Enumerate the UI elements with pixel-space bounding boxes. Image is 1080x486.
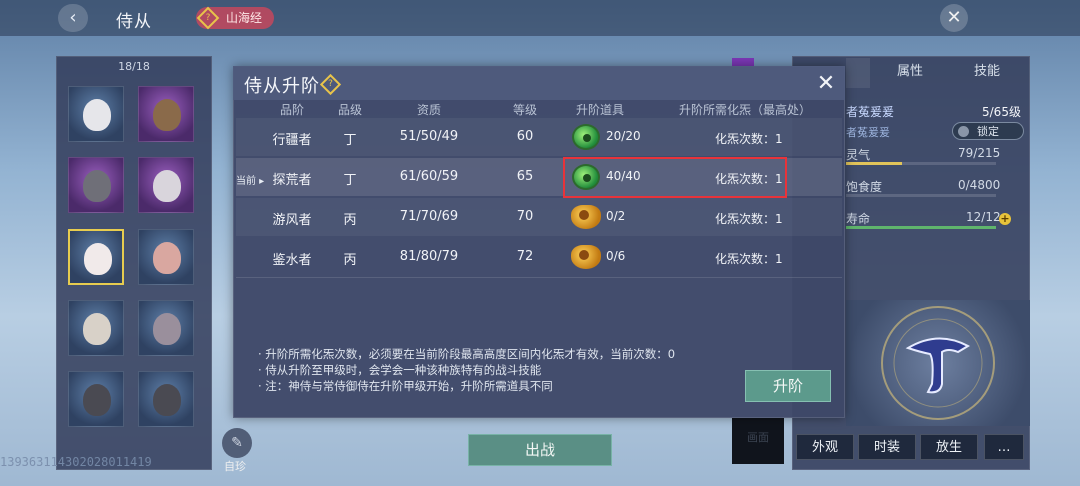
- grade: 丙: [343, 213, 357, 228]
- transform-count: 化炁次数：1: [715, 252, 783, 266]
- level: 72: [516, 249, 534, 264]
- note-line: · 升阶所需化炁次数，必须要在当前阶段最高高度区间内化炁才有效，当前次数：0: [258, 347, 676, 361]
- feather-icon: ✎: [231, 435, 243, 451]
- roster-slot[interactable]: [138, 300, 194, 356]
- item-count: 0/2: [606, 209, 626, 223]
- tab-skills[interactable]: 技能: [974, 60, 1000, 79]
- avatar: [153, 99, 181, 131]
- grade: 丁: [343, 173, 357, 188]
- item-count: 20/20: [606, 129, 641, 143]
- self-label: 自珍: [224, 460, 246, 473]
- highlight-frame: [563, 157, 787, 198]
- avatar: [83, 170, 111, 202]
- note-line: · 注：神侍与常侍御侍在升阶甲级开始，升阶所需道具不同: [258, 379, 553, 393]
- roster-slot[interactable]: [68, 157, 124, 213]
- avatar: [153, 384, 181, 416]
- item-count: 0/6: [606, 249, 626, 263]
- avatar: [83, 313, 111, 345]
- more-button[interactable]: …: [984, 434, 1024, 460]
- tier-name: 探荒者: [272, 173, 312, 188]
- avatar: [153, 313, 181, 345]
- lifespan-label: 寿命: [846, 212, 871, 226]
- satiety-bar: [846, 194, 996, 197]
- lifespan-bar: [846, 226, 996, 229]
- tab-active: [846, 58, 870, 88]
- avatar: [153, 242, 181, 274]
- spirit-label: 灵气: [846, 148, 871, 162]
- tab-attributes[interactable]: 属性: [897, 60, 923, 79]
- roster-slot-selected[interactable]: [68, 229, 124, 285]
- back-button[interactable]: ‹: [58, 4, 88, 32]
- avatar: [83, 99, 111, 131]
- tier-name: 游风者: [272, 213, 312, 228]
- tier-name: 鉴水者: [272, 253, 312, 268]
- roster-slot[interactable]: [138, 229, 194, 285]
- tier-name: 行疆者: [272, 133, 312, 148]
- avatar: [153, 170, 181, 202]
- level: 70: [516, 209, 534, 224]
- release-button[interactable]: 放生: [920, 434, 978, 460]
- transform-count: 化炁次数：1: [715, 212, 783, 226]
- roster-slot[interactable]: [138, 371, 194, 427]
- plus-icon[interactable]: +: [999, 213, 1011, 225]
- upgrade-button[interactable]: 升阶: [745, 370, 831, 402]
- nut-icon: [571, 245, 601, 269]
- emblem-icon: [881, 306, 995, 420]
- column-header-tier: 品阶: [279, 103, 304, 117]
- divider: [236, 277, 842, 278]
- chevron-left-icon: ‹: [69, 7, 77, 28]
- companion-name: 者菟爰爰: [846, 105, 895, 119]
- roster-slot[interactable]: [138, 157, 194, 213]
- avatar: [84, 243, 112, 275]
- column-header-item: 升阶道具: [575, 103, 624, 117]
- close-icon[interactable]: ✕: [940, 4, 968, 32]
- deploy-button[interactable]: 出战: [468, 434, 612, 466]
- self-button[interactable]: ✎: [222, 428, 252, 458]
- roster-slot[interactable]: [68, 86, 124, 142]
- column-header-level: 等级: [512, 103, 537, 117]
- aptitude: 51/50/49: [399, 129, 459, 144]
- spirit-bar: [846, 162, 996, 165]
- current-marker: 当前 ▸: [236, 176, 265, 187]
- column-header-aptitude: 资质: [416, 103, 441, 117]
- level: 60: [516, 129, 534, 144]
- lifespan-value: 12/12: [966, 210, 1001, 224]
- aptitude: 61/60/59: [399, 169, 459, 184]
- roster-slot[interactable]: [68, 371, 124, 427]
- column-header-transform: 升阶所需化炁（最高处）: [678, 103, 811, 117]
- transform-count: 化炁次数：1: [715, 132, 783, 146]
- roster-slot[interactable]: [138, 86, 194, 142]
- outfit-button[interactable]: 时装: [858, 434, 916, 460]
- top-bar: [0, 0, 1080, 36]
- jade-ring-icon: [572, 124, 600, 150]
- roster-count: 18/18: [118, 60, 150, 73]
- satiety-label: 饱食度: [846, 180, 883, 194]
- grade: 丙: [343, 253, 357, 268]
- close-icon[interactable]: ✕: [812, 70, 840, 98]
- spirit-value: 79/215: [958, 146, 1001, 160]
- toggle-knob-icon: [958, 126, 969, 137]
- avatar: [83, 384, 111, 416]
- column-header-grade: 品级: [337, 103, 362, 117]
- companion-level: 5/65级: [982, 105, 1021, 119]
- preview-box: 画面: [732, 418, 784, 464]
- companion-subname: 者菟爰爰: [846, 126, 890, 139]
- appearance-button[interactable]: 外观: [796, 434, 854, 460]
- race-emblem: [846, 300, 1030, 426]
- page-title: 侍从: [116, 12, 152, 32]
- satiety-value: 0/4800: [958, 178, 1001, 192]
- level: 65: [516, 169, 534, 184]
- nut-icon: [571, 205, 601, 229]
- roster-slot[interactable]: [68, 300, 124, 356]
- dialog-title: 侍从升阶: [244, 76, 320, 97]
- user-id-watermark: 1393631143020280​11419: [0, 455, 152, 469]
- aptitude: 71/70/69: [399, 209, 459, 224]
- aptitude: 81/80/79: [399, 249, 459, 264]
- note-line: · 侍从升阶至甲级时，会学会一种该种族特有的战斗技能: [258, 363, 542, 377]
- grade: 丁: [343, 133, 357, 148]
